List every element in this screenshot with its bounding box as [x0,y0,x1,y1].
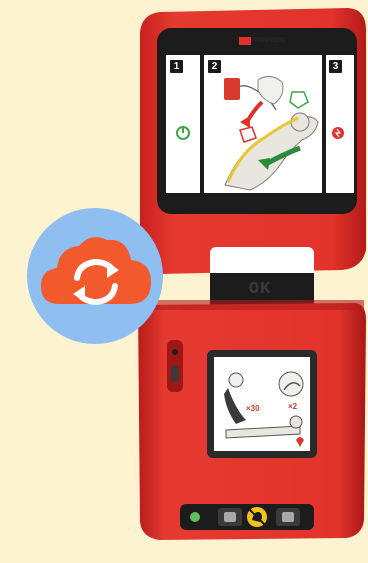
step-panel-1 [166,55,200,193]
step-3-label: 3 [329,60,342,73]
base-shadow [140,300,364,310]
rescuer-head [228,372,244,388]
step-2-label: 2 [208,60,221,73]
compressions-count: ×30 [246,404,260,413]
cloud-sync-icon [41,237,151,306]
pad-pack [224,78,240,100]
ok-button[interactable]: OK [240,280,280,300]
step-panel-3 [326,55,354,193]
step-1-label: 1 [170,60,183,73]
power-indicator [190,512,200,522]
cloud-sync-badge [27,208,163,344]
brand-name: PRIMEDIC [254,38,286,44]
brand-logo-mark [239,37,251,45]
breaths-count: ×2 [288,402,298,411]
